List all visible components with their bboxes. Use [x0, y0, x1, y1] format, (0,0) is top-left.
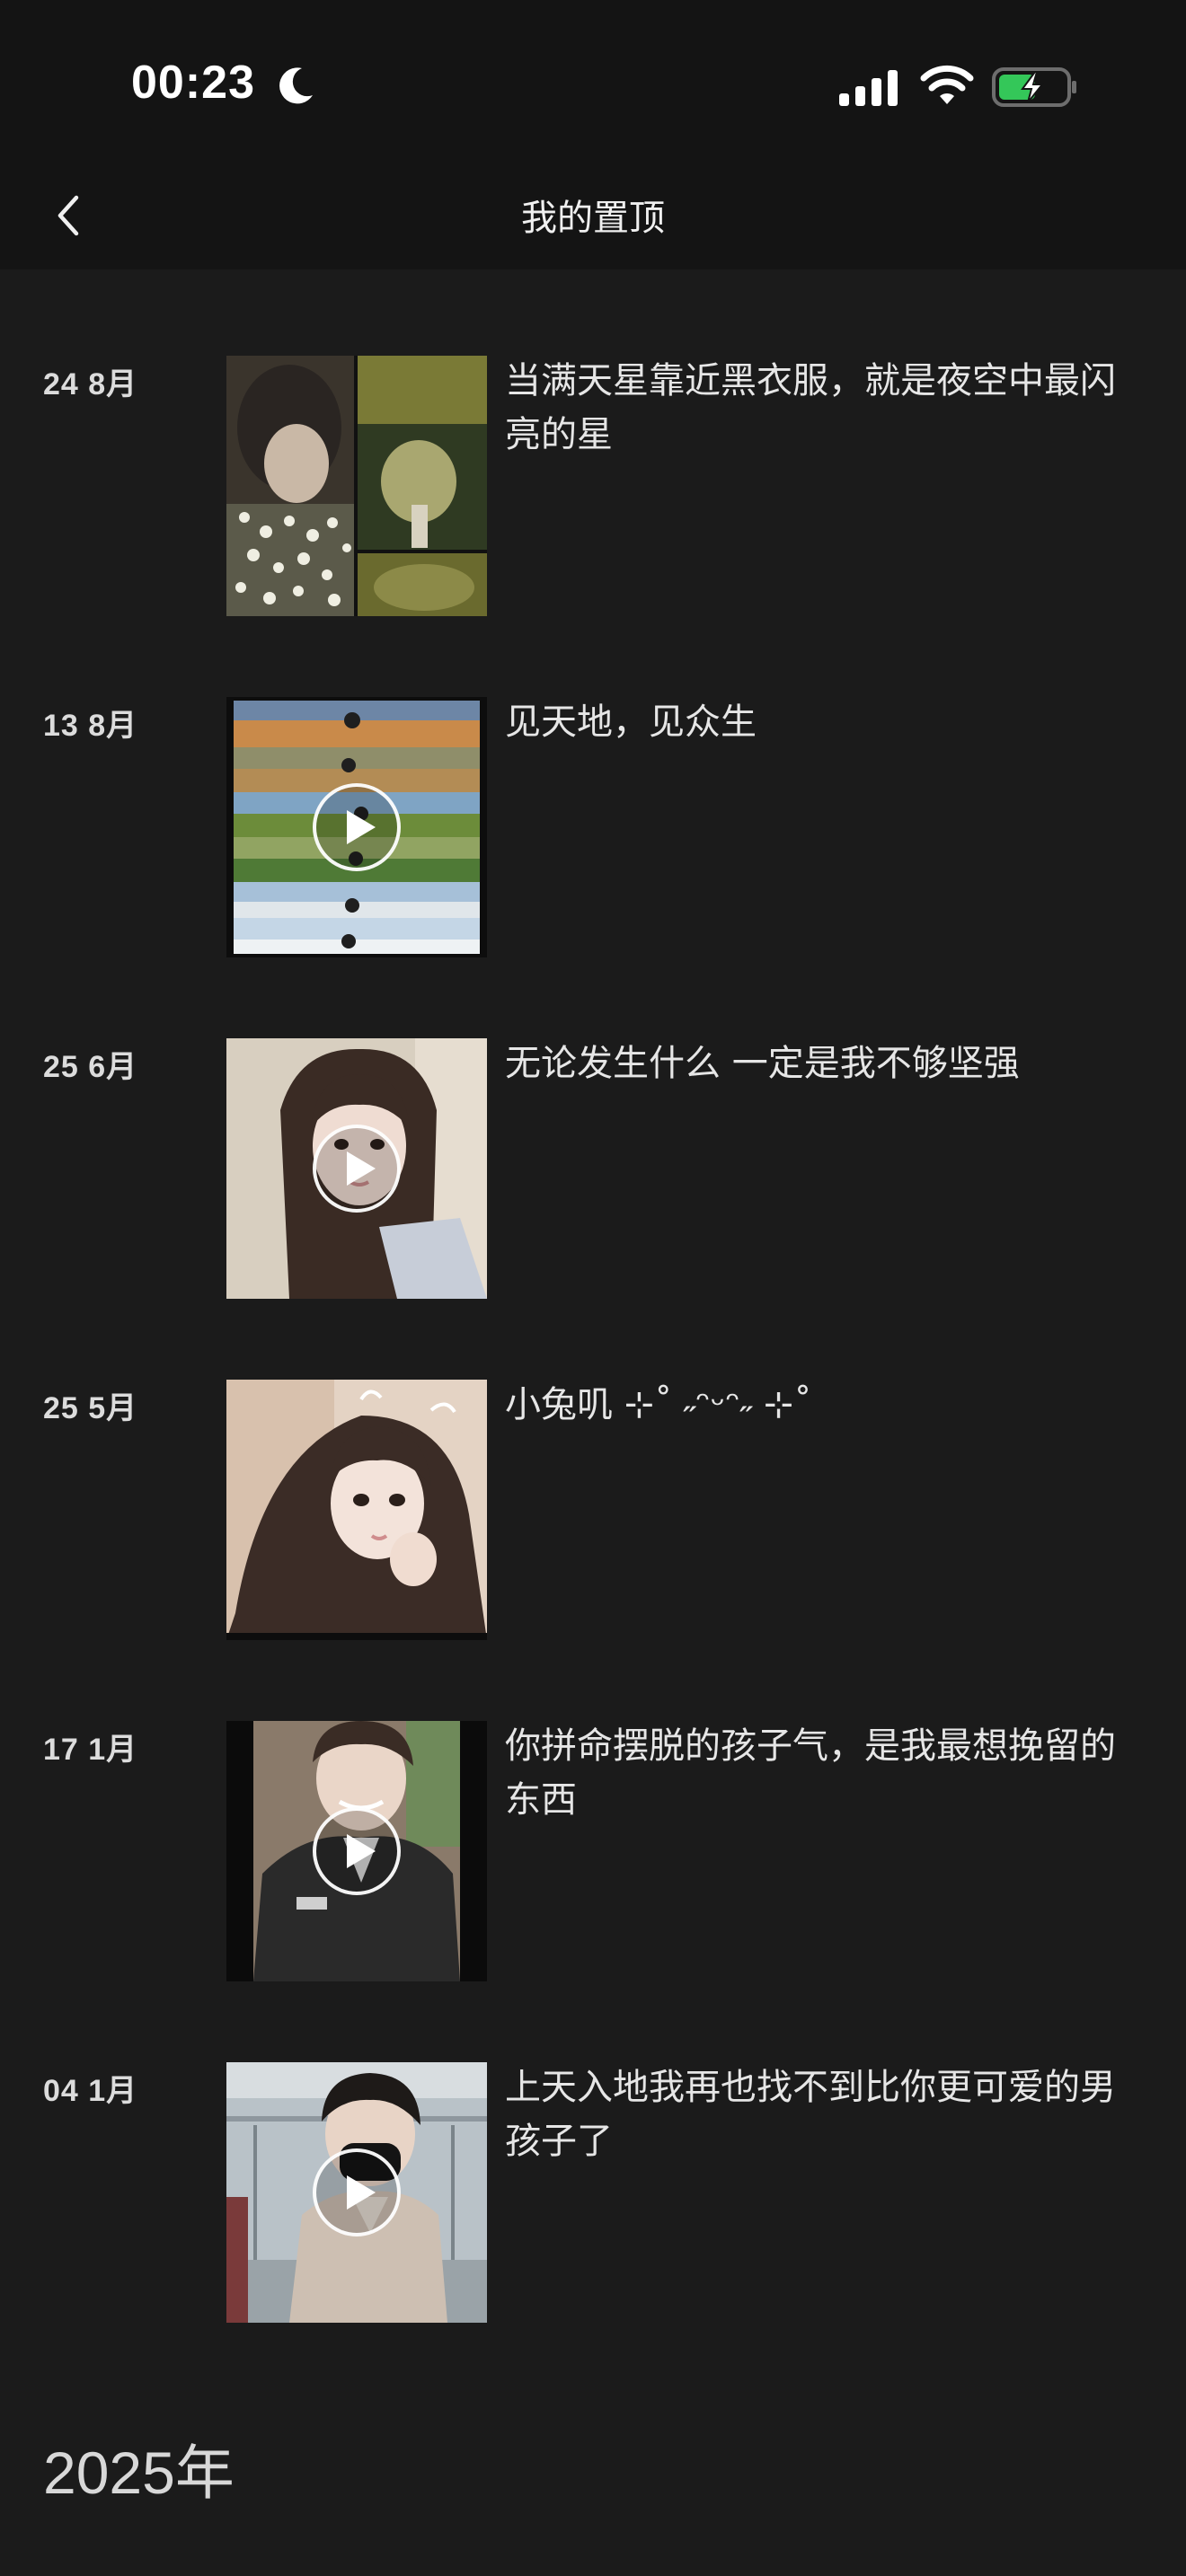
item-caption: 无论发生什么 一定是我不够坚强: [505, 1043, 1020, 1084]
battery-charging-icon: [992, 66, 1078, 108]
item-caption: 小兔叽 ⊹˚ ˶ᵔᵕᵔ˶ ⊹˚: [505, 1384, 812, 1425]
nav-bar: 我的置顶: [0, 162, 1186, 269]
play-icon: [347, 810, 376, 844]
status-bar: 00:23: [0, 0, 1186, 162]
play-icon: [347, 2175, 376, 2210]
play-icon: [347, 1834, 376, 1868]
item-caption: 当满天星靠近黑衣服，就是夜空中最闪亮的星: [505, 360, 1116, 455]
pinned-item[interactable]: 24 8月 当满天星靠近黑衣服，就是夜空中最闪亮的星: [0, 269, 1186, 616]
item-date: 25 5月: [43, 1391, 138, 1425]
item-date: 24 8月: [43, 367, 138, 401]
item-thumbnail[interactable]: [226, 697, 487, 957]
year-section-header: 2025年: [43, 2439, 235, 2506]
pinned-item[interactable]: 17 1月 你拼命摆脱的孩子气，是我最想挽留的东西: [0, 1635, 1186, 1981]
item-date: 13 8月: [43, 709, 138, 743]
play-button[interactable]: [313, 2148, 401, 2236]
item-thumbnail[interactable]: [226, 1721, 487, 1981]
play-icon: [347, 1151, 376, 1186]
item-caption: 上天入地我再也找不到比你更可爱的男孩子了: [505, 2067, 1116, 2162]
item-date: 25 6月: [43, 1050, 138, 1084]
wifi-icon: [920, 65, 974, 108]
pinned-item[interactable]: 13 8月 见天地，见众生: [0, 611, 1186, 957]
pinned-item[interactable]: 25 5月 小兔叽 ⊹˚ ˶ᵔᵕᵔ˶ ⊹˚: [0, 1293, 1186, 1640]
play-button[interactable]: [313, 1807, 401, 1895]
item-date: 17 1月: [43, 1733, 138, 1767]
play-button[interactable]: [313, 1125, 401, 1213]
item-caption: 你拼命摆脱的孩子气，是我最想挽留的东西: [505, 1725, 1116, 1821]
moon-icon: [275, 65, 316, 106]
play-button[interactable]: [313, 783, 401, 871]
item-thumbnail[interactable]: [226, 356, 487, 616]
pinned-item[interactable]: 25 6月 无论发生什么 一定是我不够坚强: [0, 952, 1186, 1299]
page-title: 我的置顶: [521, 198, 665, 239]
item-caption: 见天地，见众生: [505, 701, 757, 743]
signal-icon: [839, 68, 902, 108]
item-thumbnail[interactable]: [226, 1038, 487, 1299]
status-time: 00:23: [131, 57, 255, 109]
item-thumbnail[interactable]: [226, 1380, 487, 1640]
item-thumbnail[interactable]: [226, 2062, 487, 2323]
item-date: 04 1月: [43, 2074, 138, 2108]
pinned-item[interactable]: 04 1月 上天入地我再也找不到比你更可爱的男孩子了: [0, 1976, 1186, 2323]
